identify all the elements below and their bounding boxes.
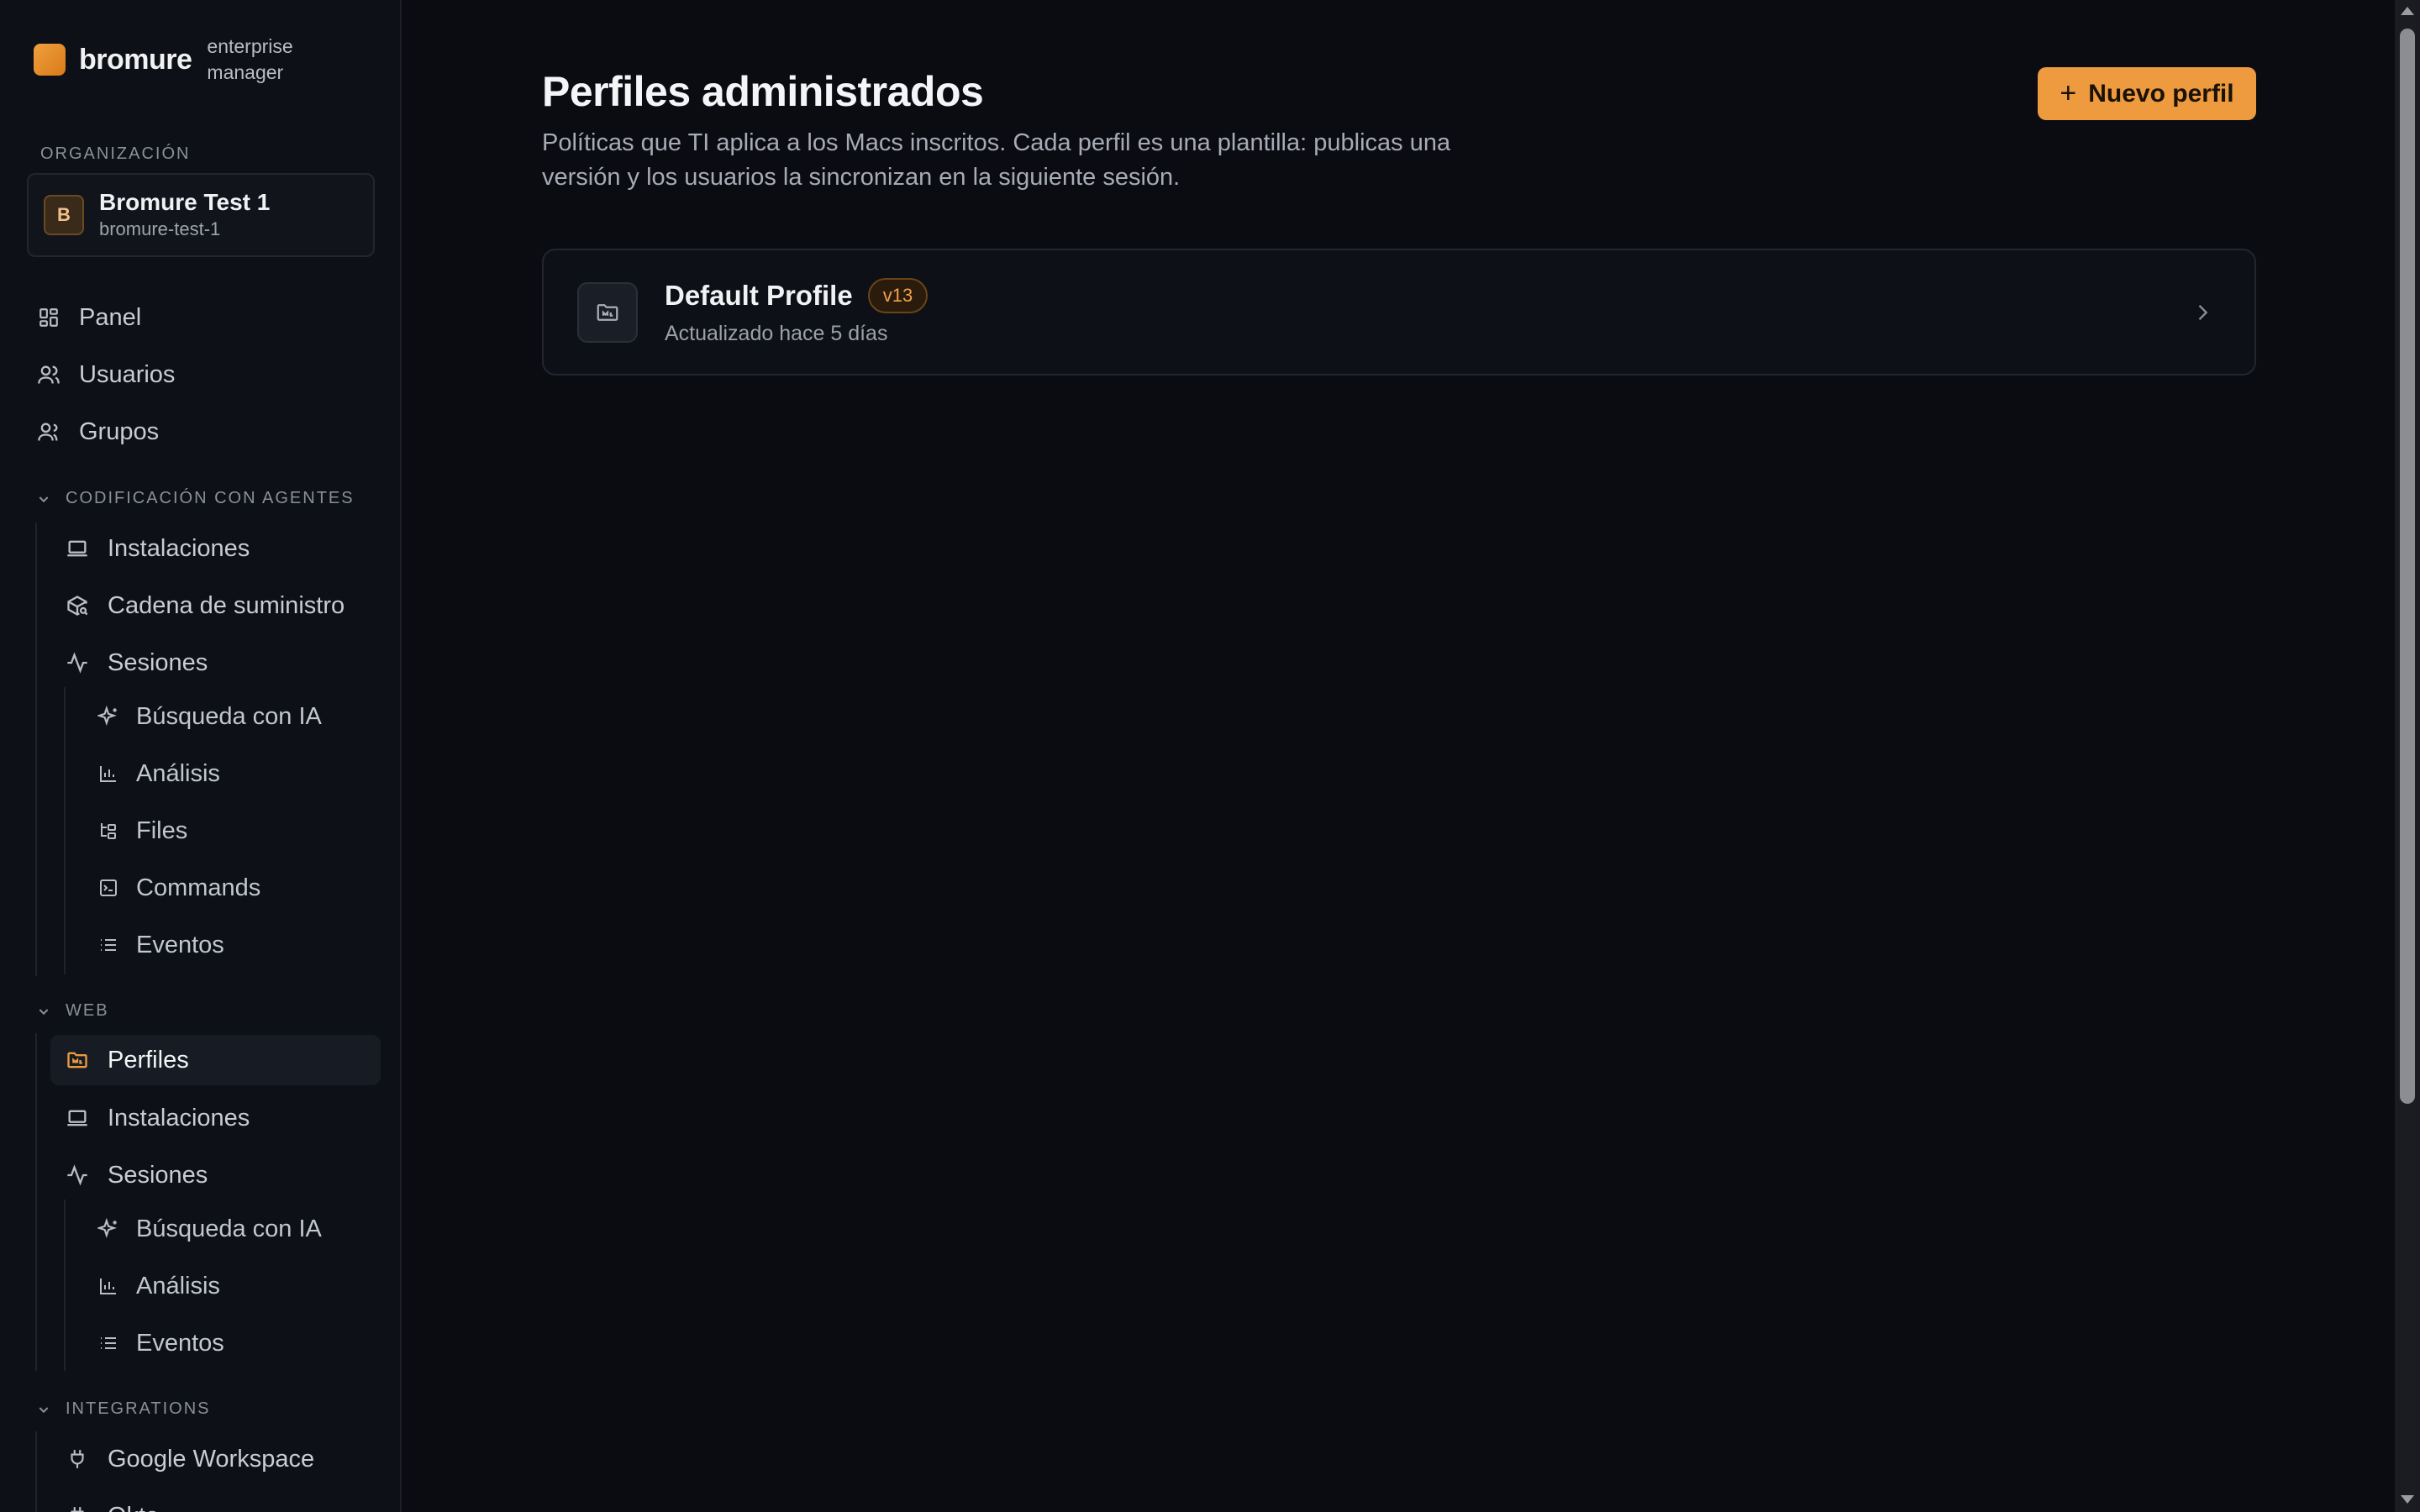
sparkles-icon [97,1218,119,1240]
brand-subtitle: enterprise manager [207,35,293,83]
nav-item-agentic-files[interactable]: Files [97,806,383,856]
profile-folder-icon [577,281,638,343]
new-profile-label: Nuevo perfil [2088,79,2234,108]
org-avatar: B [44,195,84,235]
profile-name: Default Profile [665,280,853,311]
chevron-down-icon [37,1403,50,1416]
section-integrations[interactable]: INTEGRATIONS [37,1399,211,1419]
version-badge: v13 [867,278,929,313]
nav-item-usuarios[interactable]: Usuarios [37,349,381,400]
scroll-up-arrow-icon[interactable] [2401,7,2414,15]
page-title: Perfiles administrados [542,68,984,115]
list-icon [97,934,119,956]
plus-icon: + [2060,77,2077,109]
org-switcher[interactable]: B Bromure Test 1 bromure-test-1 [27,173,375,257]
tree-line [35,522,37,976]
profile-card[interactable]: Default Profile v13 Actualizado hace 5 d… [542,249,2256,375]
nav-label-panel: Panel [79,303,142,331]
page-description: Políticas que TI aplica a los Macs inscr… [542,129,1451,191]
bar-chart-icon [97,1275,119,1297]
section-web[interactable]: WEB [37,1001,109,1021]
section-web-label: WEB [66,1001,109,1020]
brand-logo [34,44,66,76]
folder-icon [66,1048,89,1072]
sparkles-icon [97,706,119,727]
sidebar: bromure enterprise manager ORGANIZACIÓN … [0,0,402,1512]
nav-label: Instalaciones [108,1104,250,1131]
activity-icon [66,1163,89,1187]
activity-icon [66,651,89,675]
chevron-right-icon [2191,296,2214,329]
org-section-label: ORGANIZACIÓN [40,144,191,163]
nav-label: Búsqueda con IA [136,702,322,730]
nav-label-usuarios: Usuarios [79,360,176,388]
nav-item-web-eventos[interactable]: Eventos [97,1318,383,1368]
nav-item-web-busqueda[interactable]: Búsqueda con IA [97,1204,383,1254]
nav-item-web-sesiones[interactable]: Sesiones [66,1150,381,1200]
chevron-down-icon [37,1005,50,1018]
nav-label: Sesiones [108,1161,208,1189]
package-search-icon [66,594,89,617]
new-profile-button[interactable]: + Nuevo perfil [2038,67,2256,120]
nav-item-web-instalaciones[interactable]: Instalaciones [66,1093,381,1143]
nav-label: Perfiles [108,1046,189,1074]
nav-label: Google Workspace [108,1445,315,1473]
section-integrations-label: INTEGRATIONS [66,1399,211,1418]
brand[interactable]: bromure enterprise manager [34,34,308,86]
nav-item-agentic-sesiones[interactable]: Sesiones [66,638,381,688]
nav-item-web-perfiles[interactable]: Perfiles [50,1035,381,1085]
tree-line [64,1200,66,1371]
nav-label: Análisis [136,1272,220,1299]
nav-label: Okta [108,1503,159,1512]
nav-item-agentic-instalaciones[interactable]: Instalaciones [66,523,381,574]
section-agentic[interactable]: CODIFICACIÓN CON AGENTES [37,489,355,508]
nav-item-grupos[interactable]: Grupos [37,407,381,457]
nav-label-grupos: Grupos [79,417,160,445]
nav-item-integration-next[interactable]: Okta [66,1491,381,1512]
nav-item-panel[interactable]: Panel [37,292,381,343]
tree-line [35,1431,37,1512]
profile-updated: Actualizado hace 5 días [665,322,888,345]
section-agentic-label: CODIFICACIÓN CON AGENTES [66,489,355,507]
chevron-down-icon [37,492,50,506]
nav-label: Instalaciones [108,534,250,562]
brand-name: bromure [79,43,192,76]
tree-line [35,1033,37,1371]
users-icon [37,363,60,386]
scrollbar-thumb[interactable] [2400,29,2415,1104]
nav-item-agentic-commands[interactable]: Commands [97,863,383,913]
list-icon [97,1332,119,1354]
scroll-down-arrow-icon[interactable] [2401,1495,2414,1504]
tree-line [64,687,66,974]
laptop-icon [66,537,89,560]
nav-label: Files [136,816,188,844]
nav-item-agentic-cadena[interactable]: Cadena de suministro [66,580,381,631]
plug-icon [66,1447,89,1471]
org-slug: bromure-test-1 [99,218,221,239]
nav-label: Eventos [136,1329,224,1357]
nav-item-agentic-busqueda[interactable]: Búsqueda con IA [97,691,383,742]
main-content: Perfiles administrados Políticas que TI … [403,0,2395,1512]
nav-label: Análisis [136,759,220,787]
nav-label: Eventos [136,931,224,958]
laptop-icon [66,1106,89,1130]
org-name: Bromure Test 1 [99,189,271,215]
folder-tree-icon [97,820,119,842]
nav-item-web-analisis[interactable]: Análisis [97,1261,383,1311]
nav-label: Cadena de suministro [108,591,345,619]
dashboard-icon [37,306,60,329]
bar-chart-icon [97,763,119,785]
terminal-icon [97,877,119,899]
plug-icon [66,1504,89,1512]
group-icon [37,420,60,444]
nav-label: Búsqueda con IA [136,1215,322,1242]
nav-item-agentic-analisis[interactable]: Análisis [97,748,383,799]
nav-item-agentic-eventos[interactable]: Eventos [97,920,383,970]
nav-label: Sesiones [108,648,208,676]
nav-item-google-workspace[interactable]: Google Workspace [66,1434,381,1484]
nav-label: Commands [136,874,261,901]
